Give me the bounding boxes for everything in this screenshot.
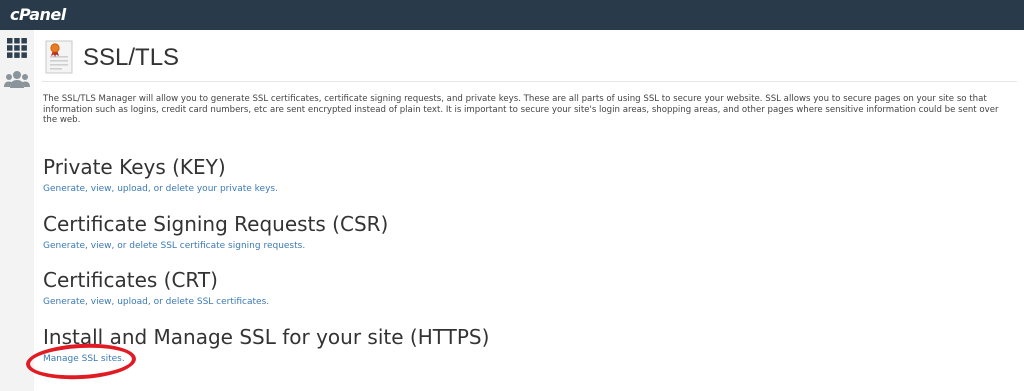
top-bar: cPanel — [0, 0, 1024, 30]
manage-ssl-sites-link[interactable]: Manage SSL sites. — [43, 354, 1003, 364]
certificate-icon — [45, 40, 73, 74]
title-divider — [42, 81, 1017, 82]
cpanel-logo[interactable]: cPanel — [10, 5, 66, 24]
certificates-link[interactable]: Generate, view, upload, or delete SSL ce… — [43, 297, 1003, 307]
section-heading: Certificates (CRT) — [43, 268, 218, 292]
section-csr: Certificate Signing Requests (CSR) Gener… — [43, 212, 1003, 251]
section-heading: Install and Manage SSL for your site (HT… — [43, 325, 490, 349]
private-keys-link[interactable]: Generate, view, upload, or delete your p… — [43, 184, 1003, 194]
grid-icon[interactable] — [6, 37, 28, 59]
section-heading: Certificate Signing Requests (CSR) — [43, 212, 389, 236]
section-private-keys: Private Keys (KEY) Generate, view, uploa… — [43, 155, 1003, 194]
users-icon[interactable] — [4, 69, 30, 91]
main-content: SSL/TLS The SSL/TLS Manager will allow y… — [34, 30, 1024, 391]
page-title: SSL/TLS — [83, 44, 180, 71]
section-install-ssl: Install and Manage SSL for your site (HT… — [43, 325, 1003, 364]
csr-link[interactable]: Generate, view, or delete SSL certificat… — [43, 241, 1003, 251]
page-description: The SSL/TLS Manager will allow you to ge… — [43, 94, 999, 126]
section-certificates: Certificates (CRT) Generate, view, uploa… — [43, 268, 1003, 307]
section-heading: Private Keys (KEY) — [43, 155, 226, 179]
left-nav — [0, 30, 35, 391]
